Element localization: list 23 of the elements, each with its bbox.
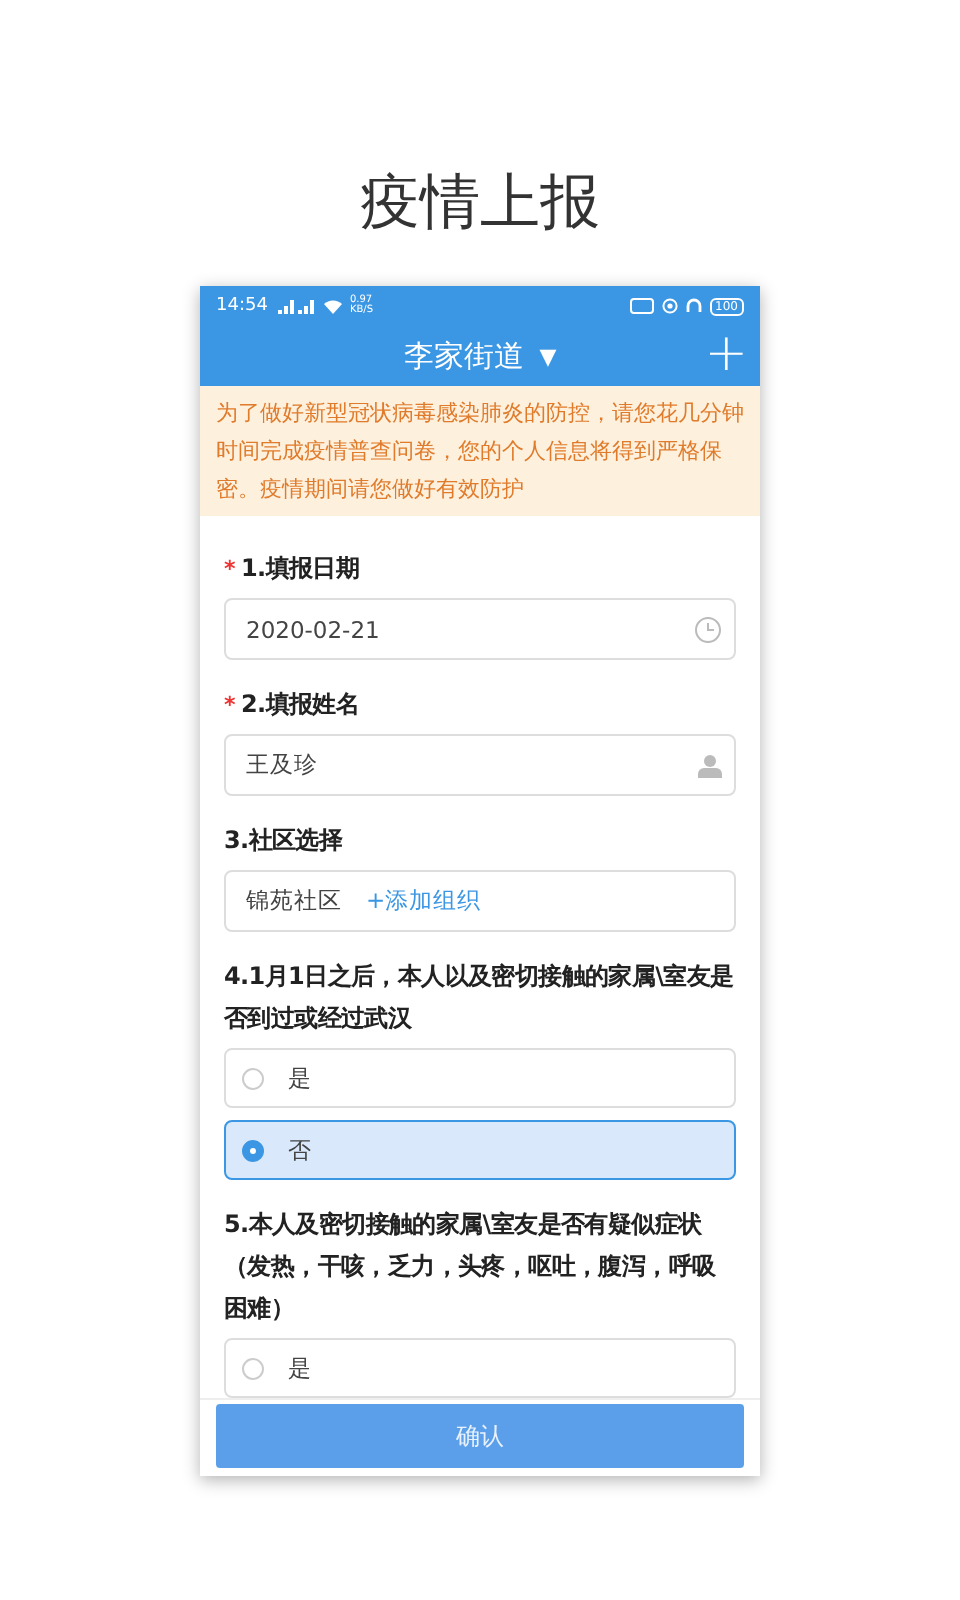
radio-option[interactable]: 是: [224, 1048, 736, 1108]
person-icon: [698, 753, 722, 777]
wifi-icon: [323, 298, 342, 314]
clock-icon: [694, 615, 722, 643]
page-title: 疫情上报: [360, 166, 600, 242]
community-field[interactable]: 锦苑社区 +添加组织: [224, 870, 736, 932]
community-value: 锦苑社区: [246, 886, 342, 916]
headphone-icon: [685, 298, 702, 314]
required-asterisk: *: [224, 690, 235, 722]
question-label: 4.1月1日之后，本人以及密切接触的家属\室友是否到过或经过武汉: [224, 960, 736, 1036]
radio-option[interactable]: 否: [224, 1120, 736, 1180]
radio-option[interactable]: 是: [224, 1338, 736, 1398]
required-asterisk: *: [224, 554, 235, 586]
alarm-icon: [661, 298, 678, 314]
status-time: 14:54: [216, 296, 268, 316]
notice-banner: 为了做好新型冠状病毒感染肺炎的防控，请您花几分钟时间完成疫情普查问卷，您的个人信息将得到严格保密。疫情期间请您做好有效防护: [200, 386, 760, 516]
question-label: 5.本人及密切接触的家属\室友是否有疑似症状（发热，干咳，乏力，头疼，呕吐，腹泻，呼吸困难）: [224, 1208, 718, 1326]
question-label: 3.社区选择: [224, 824, 343, 858]
signal-icon: [275, 298, 316, 314]
question-label: 1.填报日期: [240, 552, 360, 586]
question-label: 2.填报姓名: [240, 688, 360, 722]
name-field[interactable]: 王及珍: [224, 734, 736, 796]
date-field[interactable]: 2020-02-21: [224, 598, 736, 660]
